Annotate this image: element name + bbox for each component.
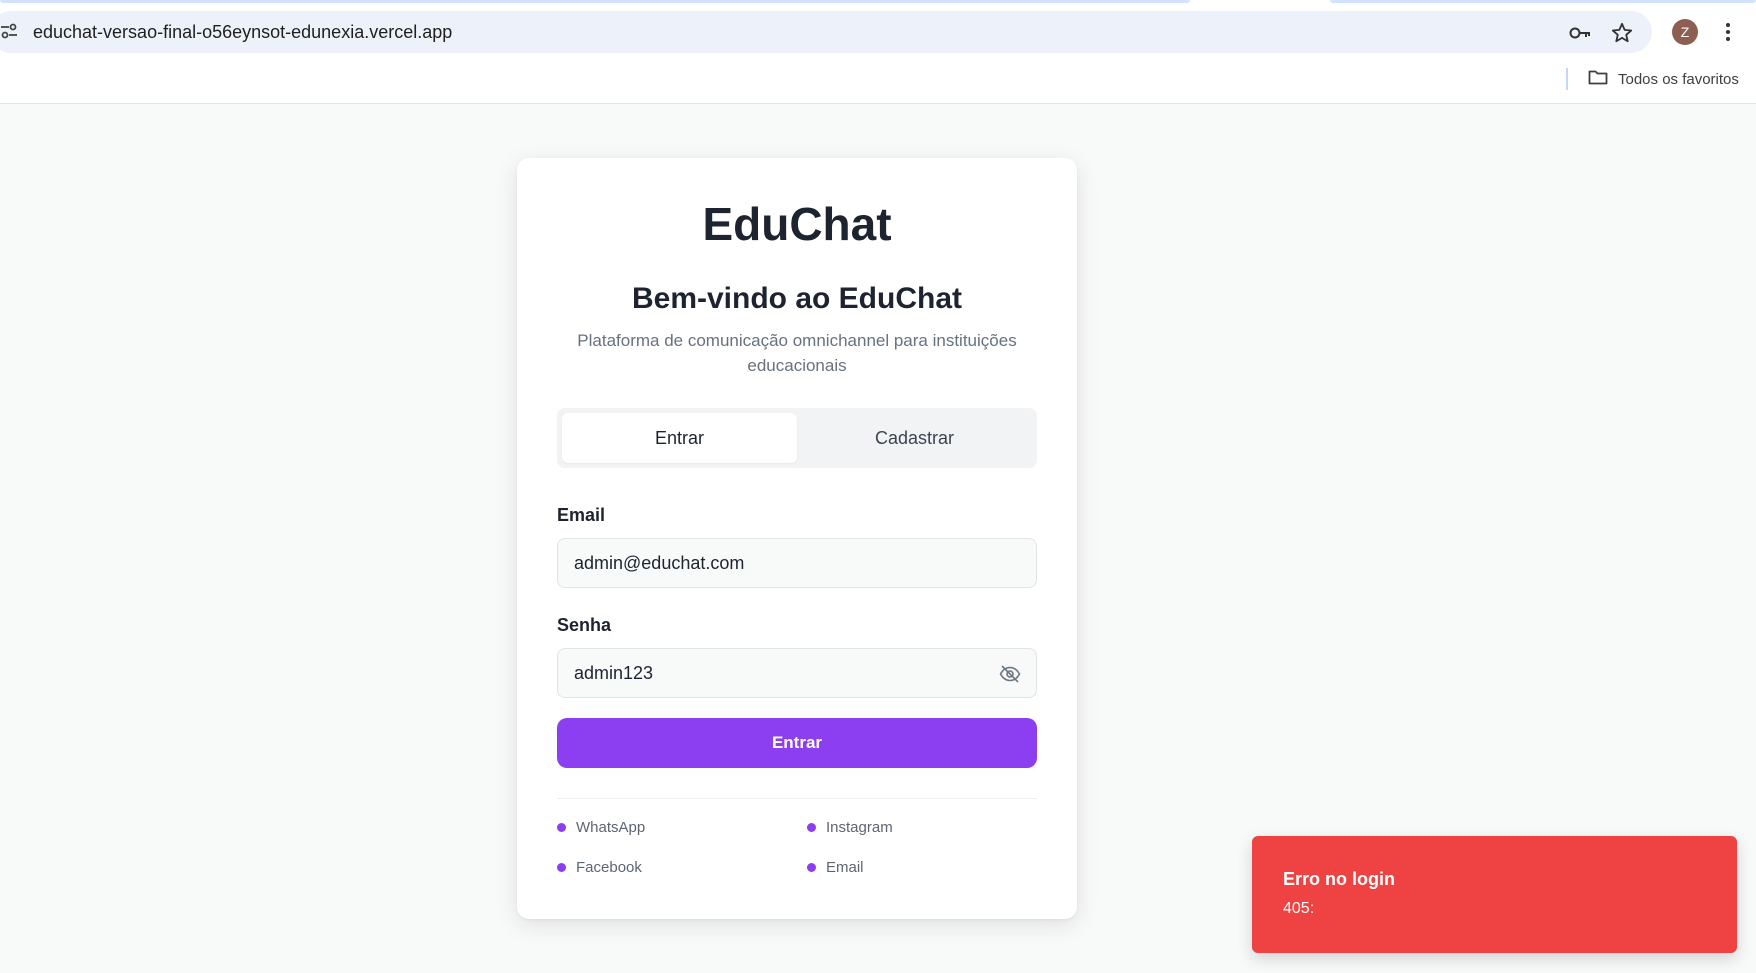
channel-item: WhatsApp [557, 819, 645, 836]
login-card: EduChat Bem-vindo ao EduChat Plataforma … [517, 158, 1077, 919]
divider [557, 798, 1037, 799]
channel-label: Facebook [576, 859, 642, 876]
channel-label: WhatsApp [576, 819, 646, 836]
url-text[interactable]: educhat-versao-final-o56eynsot-edunexia.… [33, 20, 452, 44]
password-value: admin123 [574, 662, 654, 683]
tab-strip [0, 0, 1756, 6]
channel-item: Email [807, 859, 864, 876]
profile-avatar[interactable]: Z [1672, 19, 1698, 45]
browser-toolbar: educhat-versao-final-o56eynsot-edunexia.… [0, 0, 1756, 104]
star-icon[interactable] [1609, 20, 1635, 46]
key-icon[interactable] [1567, 20, 1593, 46]
auth-tabs: Entrar Cadastrar [557, 408, 1037, 468]
login-submit-button[interactable]: Entrar [557, 718, 1037, 768]
brand-title: EduChat [702, 198, 892, 250]
more-vert-icon[interactable] [1718, 18, 1738, 46]
toast-message: 405: [1283, 900, 1315, 917]
toast-title: Erro no login [1283, 869, 1395, 889]
password-label: Senha [557, 615, 612, 635]
bullet-dot-icon [557, 823, 566, 832]
email-value: admin@educhat.com [574, 552, 745, 573]
site-info-icon[interactable] [0, 22, 18, 40]
channel-label: Instagram [826, 819, 893, 836]
bookmarks-bar: Todos os favoritos [0, 62, 1756, 94]
error-toast[interactable]: Erro no login 405: [1252, 836, 1737, 953]
channel-item: Instagram [807, 819, 893, 836]
password-field[interactable]: admin123 [557, 648, 1037, 698]
channel-label: Email [826, 859, 864, 876]
welcome-heading: Bem-vindo ao EduChat [631, 282, 962, 315]
tab-login[interactable]: Entrar [562, 413, 797, 463]
bookmarks-divider [1566, 68, 1568, 90]
email-label: Email [557, 505, 606, 525]
bookmarks-folder-label: Todos os favoritos [1618, 70, 1739, 88]
bullet-dot-icon [557, 863, 566, 872]
email-field[interactable]: admin@educhat.com [557, 538, 1037, 588]
welcome-subtitle: Plataforma de comunicação omnichannel pa… [577, 331, 1017, 375]
tab-register[interactable]: Cadastrar [797, 413, 1032, 463]
bullet-dot-icon [807, 823, 816, 832]
bullet-dot-icon [807, 863, 816, 872]
folder-icon [1588, 68, 1608, 90]
bookmarks-folder[interactable]: Todos os favoritos [1588, 66, 1739, 92]
eye-off-icon[interactable] [998, 662, 1022, 686]
tab-edge[interactable] [0, 0, 1190, 3]
tab-edge[interactable] [1330, 0, 1756, 3]
channel-item: Facebook [557, 859, 642, 876]
